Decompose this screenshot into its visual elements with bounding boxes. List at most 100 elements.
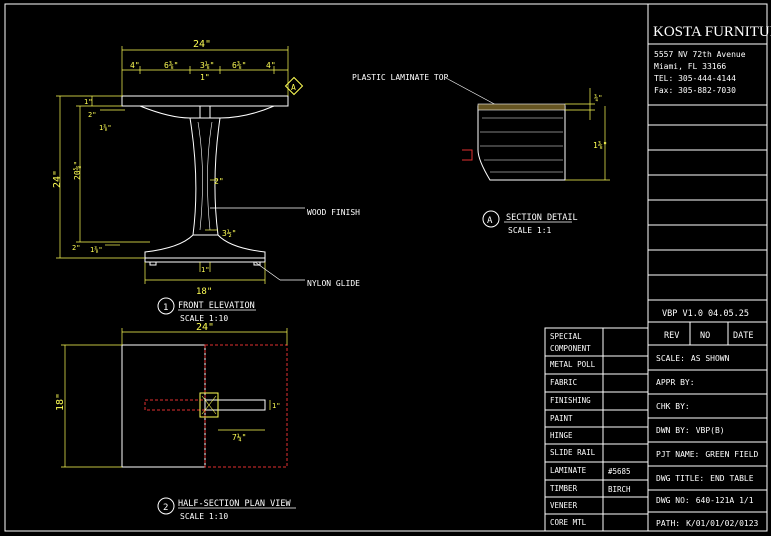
title-field-label: PATH: [656, 519, 680, 528]
sheet-border [4, 3, 768, 532]
spec-value: #5685 [608, 467, 631, 476]
plan-view: 24" 18" 7¼" 1" 2 HALF-SECTION PLAN VIEW … [55, 322, 296, 521]
title-field: APPR BY: [656, 378, 695, 387]
plan-beam-left [144, 399, 206, 411]
dim-top-mid-right: 6⅜" [232, 61, 246, 70]
title-field: DWN BY: VBP(B) [656, 426, 725, 435]
title-field-label: SCALE: [656, 354, 685, 363]
title-field-value: K/01/01/02/0123 [686, 519, 758, 528]
dim-apron-2: 1⅜" [99, 123, 112, 132]
title-field: PATH: K/01/01/02/0123 [656, 519, 759, 528]
title-field-value: AS SHOWN [691, 354, 730, 363]
date-header: DATE [733, 331, 753, 341]
dim-leg-height: 20⅝" [73, 161, 82, 180]
callout-wood-finish: WOOD FINISH [307, 208, 360, 217]
front-elevation: A 24" 4" 6⅜" 3⅛" 6⅜" 4" 1" 24" 20⅝" 1" 2… [52, 39, 360, 323]
spec-label: LAMINATE [550, 466, 587, 475]
dim-top-width: 24" [193, 39, 211, 50]
title-field: DWG TITLE: END TABLE [656, 474, 754, 483]
dim-base: 2" [72, 244, 80, 252]
spec-label: PAINT [550, 414, 573, 423]
title-field-label: DWN BY: [656, 426, 690, 435]
address-line: 5557 NV 72th Avenue [654, 50, 746, 59]
title-field: DWG NO: 640-121A 1/1 [656, 496, 754, 505]
dim-section-1: ¾" [594, 94, 602, 102]
dim-foot: 18" [196, 287, 212, 297]
dim-plan-b: 1" [272, 402, 280, 410]
glide-left [149, 261, 157, 266]
view-title-front: FRONT ELEVATION [178, 301, 255, 311]
title-field-value: GREEN FIELD [705, 450, 758, 459]
dim-plan-width: 24" [196, 322, 214, 333]
rev-header: REV [664, 331, 679, 341]
dim-plan-height: 18" [55, 393, 66, 411]
title-field-value: 640-121A 1/1 [696, 496, 754, 505]
front-leaders [210, 207, 305, 281]
dim-top-left: 4" [130, 61, 140, 70]
dim-top-mid-left: 6⅜" [164, 61, 178, 70]
dim-top-thickness: 1" [84, 98, 92, 106]
plan-view-number: 2 [163, 503, 168, 513]
title-field-value: END TABLE [710, 474, 754, 483]
spec-value: BIRCH [608, 485, 631, 494]
cad-drawing-canvas: KOSTA FURNITURE 5557 NV 72th Avenue Miam… [4, 3, 771, 532]
title-field: SCALE: AS SHOWN [656, 354, 730, 363]
spec-label: CORE MTL [550, 518, 587, 527]
dim-height: 24" [52, 170, 63, 188]
section-marker-text: A [291, 83, 296, 92]
center-hub [199, 105, 211, 119]
spec-label: METAL POLL [550, 360, 596, 369]
title-field-label: APPR BY: [656, 378, 695, 387]
title-field-label: PJT NAME: [656, 450, 699, 459]
spec-label: SPECIAL [550, 332, 582, 341]
section-view-id: A [487, 216, 493, 226]
spec-label: HINGE [550, 431, 573, 440]
title-field-label: DWG TITLE: [656, 474, 704, 483]
spec-label: VENEER [550, 501, 578, 510]
tabletop-outline [121, 95, 289, 107]
dim-apron: 2" [88, 111, 96, 119]
title-field: CHK BY: [656, 402, 690, 411]
no-header: NO [700, 331, 710, 341]
section-detail: ¾" 1⅜" PLASTIC LAMINATE TOP A SECTION DE… [352, 73, 610, 235]
view-scale-plan: SCALE 1:10 [180, 512, 228, 521]
pedestal-base [144, 234, 266, 259]
spec-label: SLIDE RAIL [550, 448, 596, 457]
company-address: 5557 NV 72th Avenue Miami, FL 33166 TEL:… [654, 50, 746, 95]
view-title-plan: HALF-SECTION PLAN VIEW [178, 499, 291, 509]
spec-label: FINISHING [550, 396, 591, 405]
view-scale-section: SCALE 1:1 [508, 226, 552, 235]
address-line: Miami, FL 33166 [654, 62, 726, 71]
base-plinth [144, 257, 266, 263]
dim-stem-2: 3½" [222, 228, 236, 238]
dim-foot-small: 1" [201, 266, 209, 274]
spec-table: SPECIAL COMPONENT METAL POLL FABRIC FINISHIN… [544, 327, 649, 532]
dim-base-2: 1⅜" [90, 245, 103, 254]
stem-grain [197, 121, 213, 231]
plan-solid-half [121, 344, 206, 468]
title-field-label: DWG NO: [656, 496, 690, 505]
title-block-fields: SCALE: AS SHOWN APPR BY: CHK BY: DWN BY: VBP(… [656, 354, 759, 528]
apron-curve [139, 105, 275, 119]
spec-label: TIMBER [550, 484, 578, 493]
view-number: 1 [163, 303, 168, 313]
address-line: TEL: 305-444-4144 [654, 74, 736, 83]
spec-label: COMPONENT [550, 344, 591, 353]
callout-nylon-glide: NYLON GLIDE [307, 279, 360, 288]
plan-hub-cross [201, 395, 217, 415]
title-field-label: CHK BY: [656, 402, 690, 411]
section-profile [477, 105, 566, 181]
title-field-value: VBP(B) [696, 426, 725, 435]
plan-beam-right [204, 399, 266, 411]
wood-grain-hatch [480, 117, 563, 173]
dim-plan-a: 7¼" [232, 433, 246, 442]
dim-top-center: 3⅛" [200, 61, 214, 70]
version-label: VBP V1.0 04.05.25 [662, 309, 749, 319]
dim-top-small: 1" [200, 73, 210, 82]
address-line: Fax: 305-882-7030 [654, 86, 736, 95]
break-line [462, 149, 473, 161]
company-name: KOSTA FURNITURE [653, 24, 771, 40]
dim-top-right: 4" [266, 61, 276, 70]
callout-plastic-laminate: PLASTIC LAMINATE TOP [352, 73, 449, 82]
dim-section-2: 1⅜" [593, 141, 607, 150]
